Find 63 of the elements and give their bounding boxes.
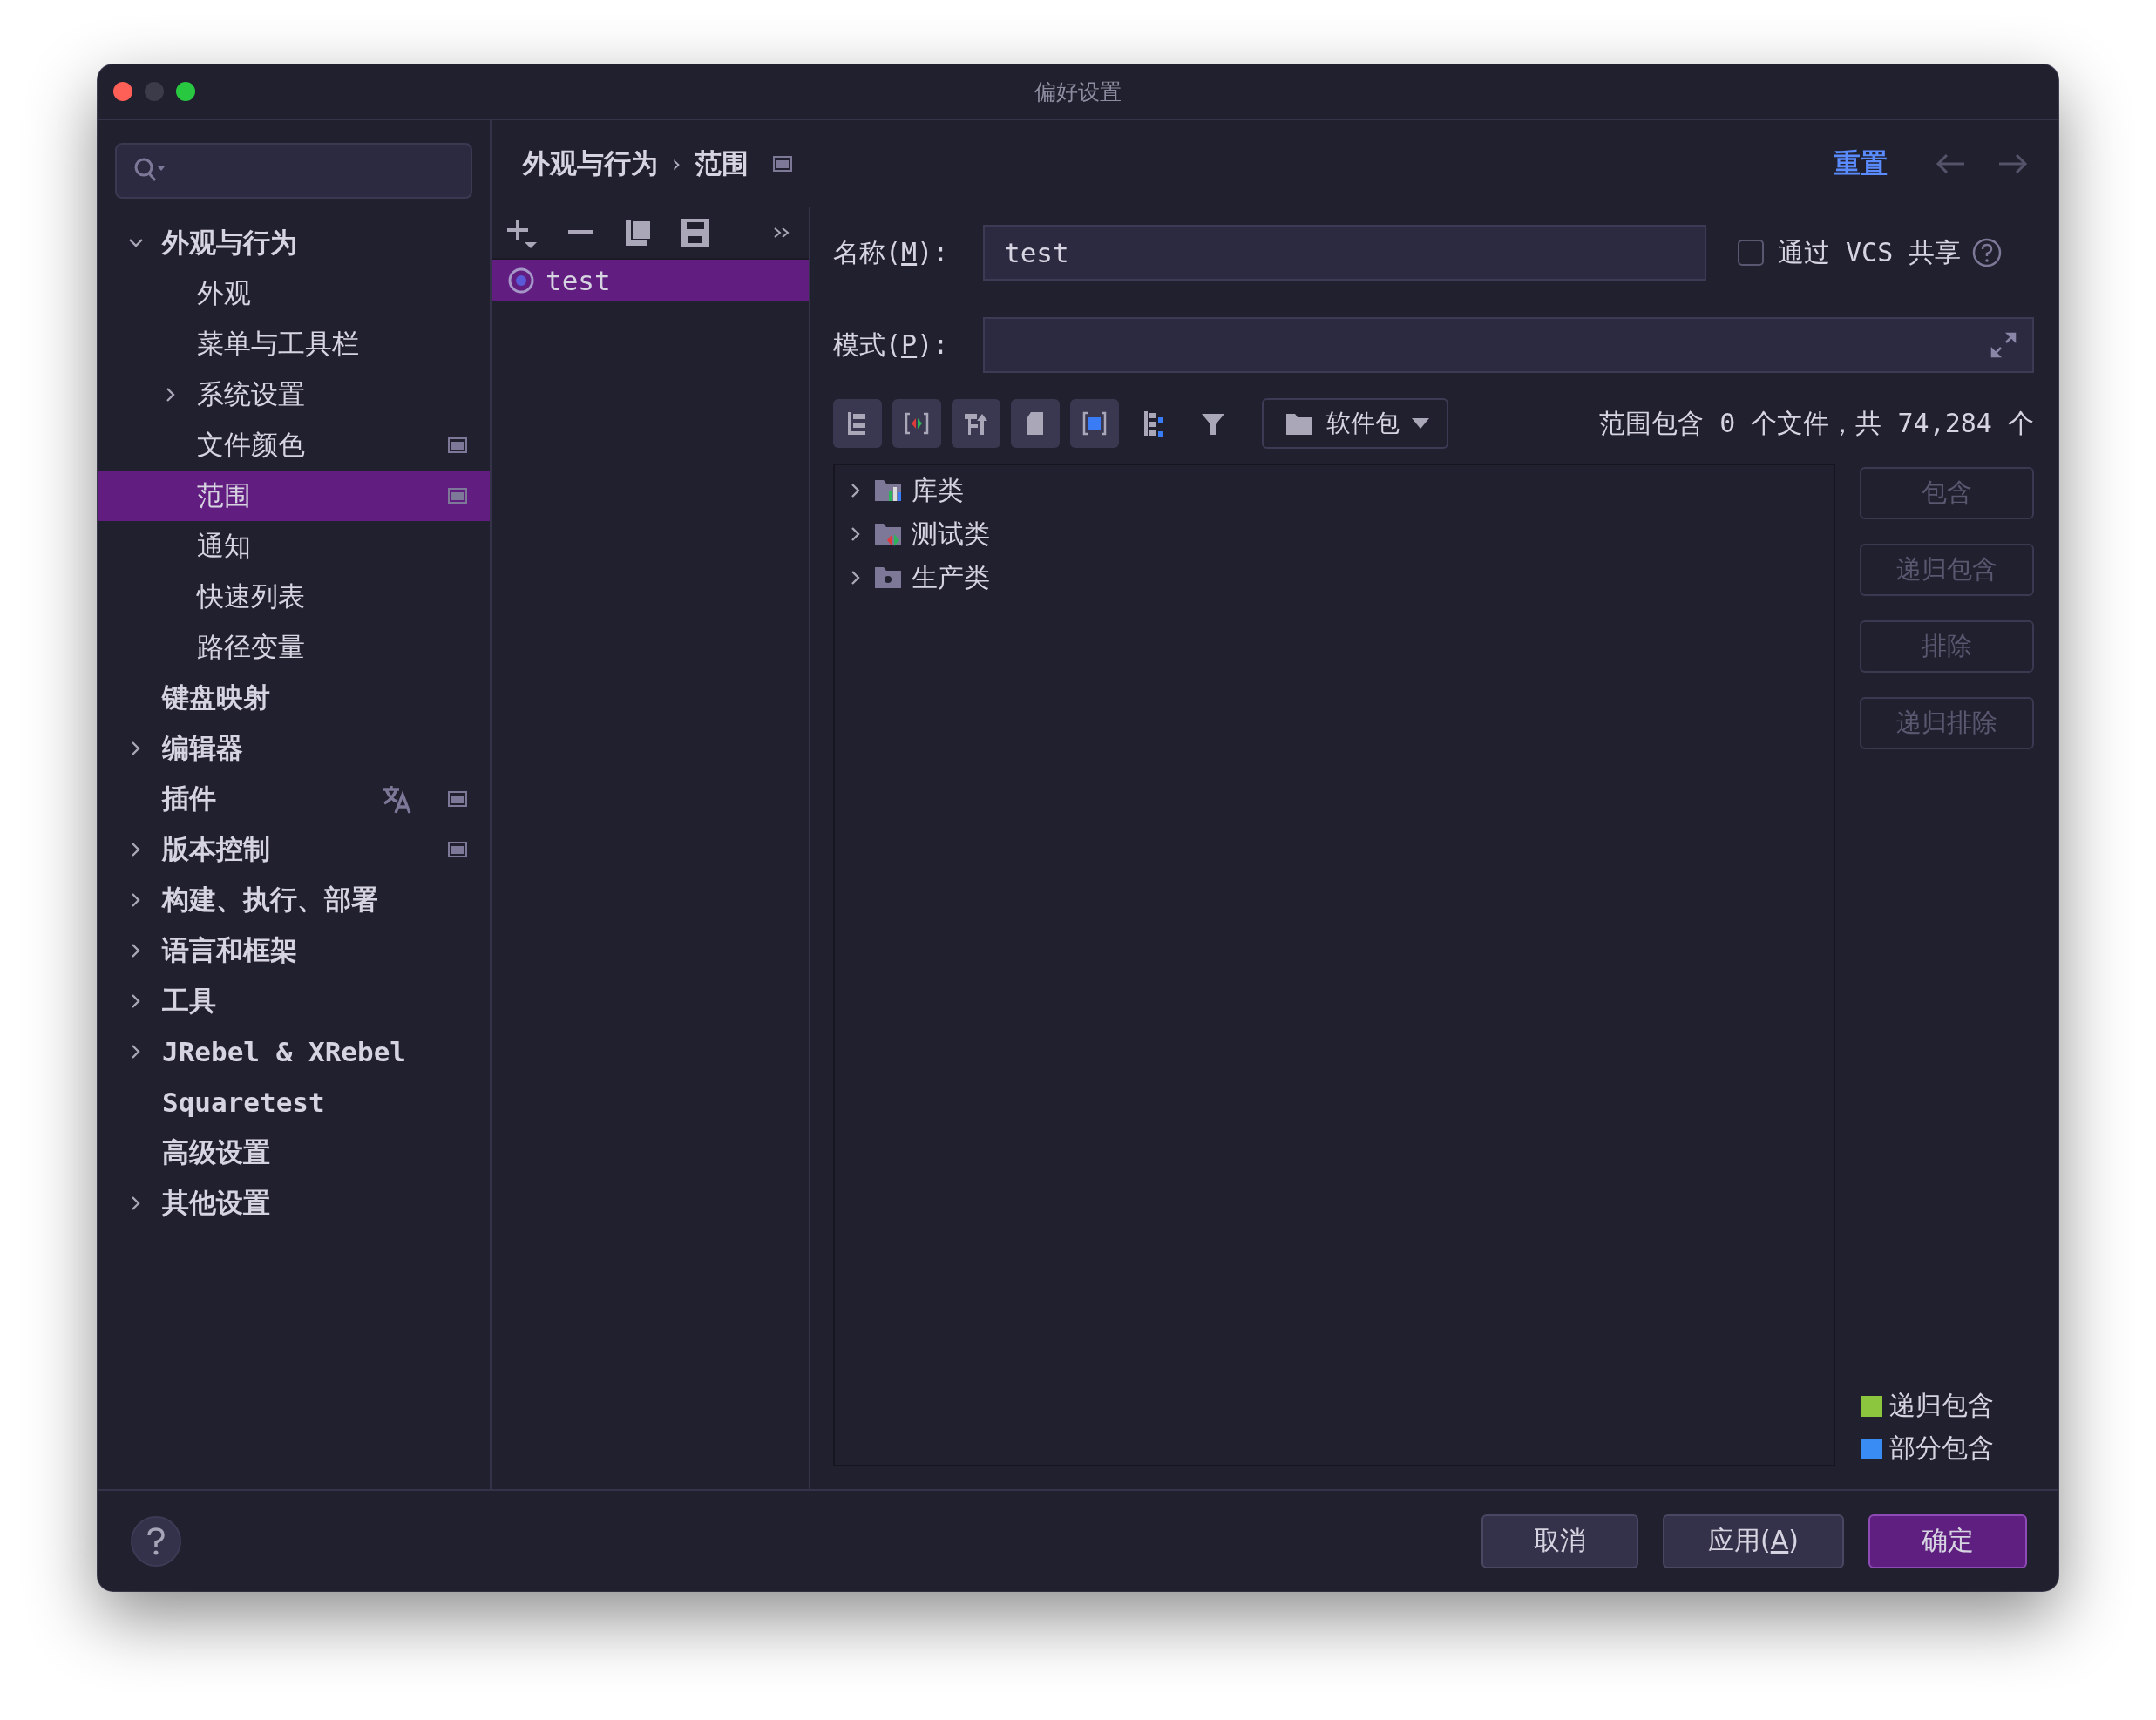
name-field[interactable]: test — [983, 225, 1706, 281]
toolbar-button[interactable] — [1070, 399, 1119, 448]
sidebar-item[interactable]: 文件颜色 — [98, 420, 490, 471]
caret-icon — [1412, 418, 1429, 429]
sidebar-item[interactable]: 快速列表 — [98, 572, 490, 622]
save-icon — [681, 219, 709, 247]
back-icon — [1935, 153, 1966, 174]
scope-icon — [507, 267, 535, 295]
badge-icon — [773, 156, 793, 172]
sidebar-item[interactable]: 系统设置 — [98, 369, 490, 420]
footer-button[interactable]: 确定 — [1868, 1513, 2027, 1568]
share-label: 通过 VCS 共享 — [1778, 235, 1962, 269]
search-field[interactable] — [115, 143, 472, 199]
share-checkbox[interactable] — [1738, 240, 1764, 266]
scope-item[interactable]: test — [492, 260, 809, 301]
footer-button[interactable]: 取消 — [1481, 1513, 1639, 1568]
pattern-field[interactable] — [983, 317, 2034, 373]
sidebar-item[interactable]: 工具 — [98, 976, 490, 1026]
add-icon — [507, 217, 539, 248]
sidebar-item[interactable]: 编辑器 — [98, 723, 490, 774]
minus-icon — [568, 230, 593, 235]
toolbar-button[interactable] — [833, 399, 882, 448]
legend-label: 递归包含 — [1889, 1389, 1994, 1422]
name-label: 名称(M): — [833, 235, 950, 269]
expand-icon — [1990, 332, 2017, 358]
sidebar-item[interactable]: 语言和框架 — [98, 925, 490, 976]
sidebar-item[interactable]: 其他设置 — [98, 1178, 490, 1229]
legend-label: 部分包含 — [1889, 1432, 1994, 1465]
breadcrumb-item: 外观与行为 — [523, 146, 658, 180]
close-button[interactable] — [113, 82, 132, 101]
sidebar-item[interactable]: 外观 — [98, 268, 490, 319]
toolbar-button[interactable] — [892, 399, 941, 448]
forward-icon — [1997, 153, 2029, 174]
reset-link[interactable]: 重置 — [1834, 146, 1888, 182]
sidebar-item[interactable]: 版本控制 — [98, 824, 490, 875]
window-title: 偏好设置 — [1034, 78, 1122, 106]
footer-button[interactable]: 应用(A) — [1663, 1513, 1844, 1568]
copy-icon — [624, 218, 652, 247]
toolbar-button[interactable] — [952, 399, 1000, 448]
breadcrumb-separator: › — [672, 151, 681, 177]
toolbar-button[interactable] — [1011, 399, 1060, 448]
tree-item[interactable]: 测试类 — [835, 512, 1834, 556]
sidebar-item[interactable]: Squaretest — [98, 1077, 490, 1127]
breadcrumb-item: 范围 — [695, 146, 749, 180]
sidebar-item[interactable]: 构建、执行、部署 — [98, 875, 490, 925]
help-icon — [146, 1526, 166, 1556]
pattern-label: 模式(P): — [833, 328, 950, 362]
sidebar-item[interactable]: 键盘映射 — [98, 673, 490, 723]
chevrons-icon — [773, 227, 790, 239]
sidebar-item[interactable]: 外观与行为 — [98, 218, 490, 268]
scope-summary: 范围包含 0 个文件，共 74,284 个 — [1599, 406, 2034, 440]
sidebar-item[interactable]: 插件 — [98, 774, 490, 824]
tree-item[interactable]: 库类 — [835, 469, 1834, 512]
help-icon — [1971, 237, 2003, 268]
sidebar-item[interactable]: 高级设置 — [98, 1127, 490, 1178]
tree-item[interactable]: 生产类 — [835, 556, 1834, 599]
sidebar-item[interactable]: 范围 — [98, 471, 490, 521]
package-dropdown[interactable]: 软件包 — [1262, 398, 1448, 449]
sidebar-item[interactable]: JRebel & XRebel — [98, 1026, 490, 1077]
sidebar-item[interactable]: 路径变量 — [98, 622, 490, 673]
zoom-button[interactable] — [176, 82, 195, 101]
sidebar-item[interactable]: 菜单与工具栏 — [98, 319, 490, 369]
sidebar-item[interactable]: 通知 — [98, 521, 490, 572]
